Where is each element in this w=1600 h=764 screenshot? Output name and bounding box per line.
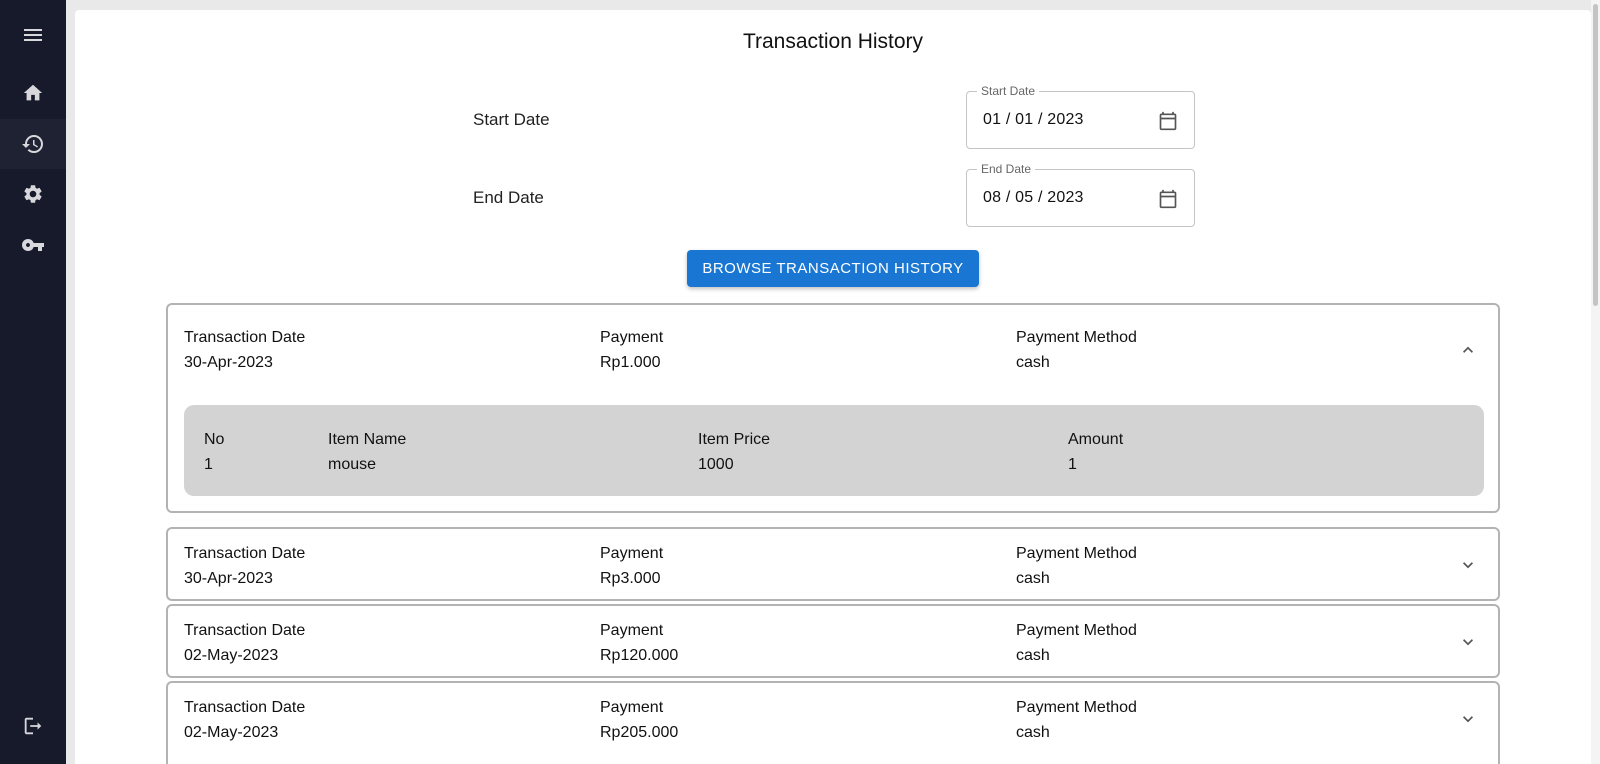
- item-name-column: Item Name mouse: [328, 427, 406, 477]
- chevron-down-icon: [1463, 562, 1473, 569]
- transaction-card[interactable]: Transaction Date 02-May-2023 Payment Rp1…: [166, 604, 1500, 678]
- payment-method-label: Payment Method: [1016, 699, 1137, 716]
- payment-method-column: Payment Method cash: [1016, 325, 1137, 375]
- nav-home[interactable]: [0, 68, 66, 118]
- item-amount-column: Amount 1: [1068, 427, 1123, 477]
- gear-icon: [24, 185, 42, 203]
- transaction-card[interactable]: Transaction Date 30-Apr-2023 Payment Rp3…: [166, 527, 1500, 601]
- amount-header: Amount: [1068, 431, 1124, 448]
- main-panel: Transaction History Start Date Start Dat…: [75, 10, 1591, 764]
- page-scrollbar[interactable]: [1591, 0, 1600, 764]
- logout-button[interactable]: [0, 701, 66, 751]
- payment-column: Payment Rp205.000: [600, 695, 678, 745]
- payment-value: Rp1.000: [600, 354, 661, 371]
- item-no-column: No 1: [204, 427, 224, 477]
- end-date-value[interactable]: 08 / 05 / 2023: [983, 189, 1084, 207]
- transaction-date-column: Transaction Date 30-Apr-2023: [184, 325, 305, 375]
- transaction-date-label: Transaction Date: [184, 622, 306, 639]
- transaction-card[interactable]: Transaction Date 02-May-2023 Payment Rp2…: [166, 681, 1500, 764]
- payment-method-value: cash: [1016, 647, 1050, 664]
- end-date-label: End Date: [473, 188, 544, 207]
- payment-method-column: Payment Method cash: [1016, 695, 1137, 745]
- payment-label: Payment: [600, 622, 664, 639]
- calendar-icon: [1159, 189, 1177, 209]
- transaction-card[interactable]: Transaction Date 30-Apr-2023 Payment Rp1…: [166, 303, 1500, 513]
- payment-value: Rp120.000: [600, 647, 679, 664]
- start-date-label: Start Date: [473, 110, 550, 129]
- calendar-icon: [1159, 111, 1177, 131]
- item-price-header: Item Price: [698, 431, 771, 448]
- nav-history[interactable]: [0, 119, 66, 169]
- end-date-field[interactable]: End Date 08 / 05 / 2023: [966, 162, 1195, 227]
- payment-method-value: cash: [1016, 354, 1050, 371]
- payment-method-label: Payment Method: [1016, 622, 1137, 639]
- key-icon: [22, 239, 44, 251]
- start-date-legend: Start Date: [977, 84, 1040, 98]
- payment-method-column: Payment Method cash: [1016, 541, 1137, 591]
- payment-label: Payment: [600, 545, 664, 562]
- logout-icon: [24, 717, 42, 735]
- transaction-date-value: 30-Apr-2023: [184, 354, 273, 371]
- payment-label: Payment: [600, 329, 664, 346]
- transaction-date-value: 02-May-2023: [184, 724, 279, 741]
- item-no: 1: [204, 456, 213, 473]
- end-calendar-button[interactable]: [1158, 189, 1178, 209]
- transaction-details: No 1 Item Name mouse Item Price 1000 Amo…: [184, 405, 1484, 496]
- chevron-down-icon: [1463, 716, 1473, 723]
- item-amount: 1: [1068, 456, 1077, 473]
- transaction-date-column: Transaction Date 30-Apr-2023: [184, 541, 305, 591]
- item-price-column: Item Price 1000: [698, 427, 770, 477]
- history-icon: [22, 135, 43, 153]
- menu-icon: [24, 29, 42, 41]
- payment-column: Payment Rp1.000: [600, 325, 663, 375]
- chevron-down-icon: [1463, 639, 1473, 646]
- transaction-date-label: Transaction Date: [184, 699, 306, 716]
- nav-settings[interactable]: [0, 169, 66, 219]
- start-date-value[interactable]: 01 / 01 / 2023: [983, 111, 1084, 129]
- payment-column: Payment Rp3.000: [600, 541, 663, 591]
- payment-label: Payment: [600, 699, 664, 716]
- no-header: No: [204, 431, 225, 448]
- payment-method-value: cash: [1016, 724, 1050, 741]
- payment-method-column: Payment Method cash: [1016, 618, 1137, 668]
- item-name: mouse: [328, 456, 377, 473]
- payment-column: Payment Rp120.000: [600, 618, 678, 668]
- transaction-date-value: 02-May-2023: [184, 647, 279, 664]
- home-icon: [23, 84, 43, 101]
- payment-method-label: Payment Method: [1016, 545, 1137, 562]
- item-name-header: Item Name: [328, 431, 407, 448]
- transaction-date-value: 30-Apr-2023: [184, 570, 273, 587]
- collapse-button[interactable]: [1458, 340, 1478, 360]
- nav-password[interactable]: [0, 220, 66, 270]
- scrollbar-thumb[interactable]: [1593, 4, 1598, 306]
- expand-button[interactable]: [1458, 632, 1478, 652]
- end-date-legend: End Date: [977, 162, 1036, 176]
- payment-value: Rp205.000: [600, 724, 679, 741]
- transaction-date-label: Transaction Date: [184, 545, 306, 562]
- menu-button[interactable]: [0, 10, 66, 60]
- browse-transaction-history-button[interactable]: BROWSE TRANSACTION HISTORY: [687, 250, 979, 287]
- transaction-date-label: Transaction Date: [184, 329, 306, 346]
- payment-method-value: cash: [1016, 570, 1050, 587]
- expand-button[interactable]: [1458, 709, 1478, 729]
- item-price: 1000: [698, 456, 734, 473]
- start-calendar-button[interactable]: [1158, 111, 1178, 131]
- expand-button[interactable]: [1458, 555, 1478, 575]
- sidebar: [0, 0, 66, 764]
- transaction-date-column: Transaction Date 02-May-2023: [184, 695, 305, 745]
- chevron-up-icon: [1463, 346, 1473, 353]
- transaction-date-column: Transaction Date 02-May-2023: [184, 618, 305, 668]
- page-title: Transaction History: [742, 30, 924, 53]
- payment-value: Rp3.000: [600, 570, 661, 587]
- start-date-field[interactable]: Start Date 01 / 01 / 2023: [966, 84, 1195, 149]
- payment-method-label: Payment Method: [1016, 329, 1137, 346]
